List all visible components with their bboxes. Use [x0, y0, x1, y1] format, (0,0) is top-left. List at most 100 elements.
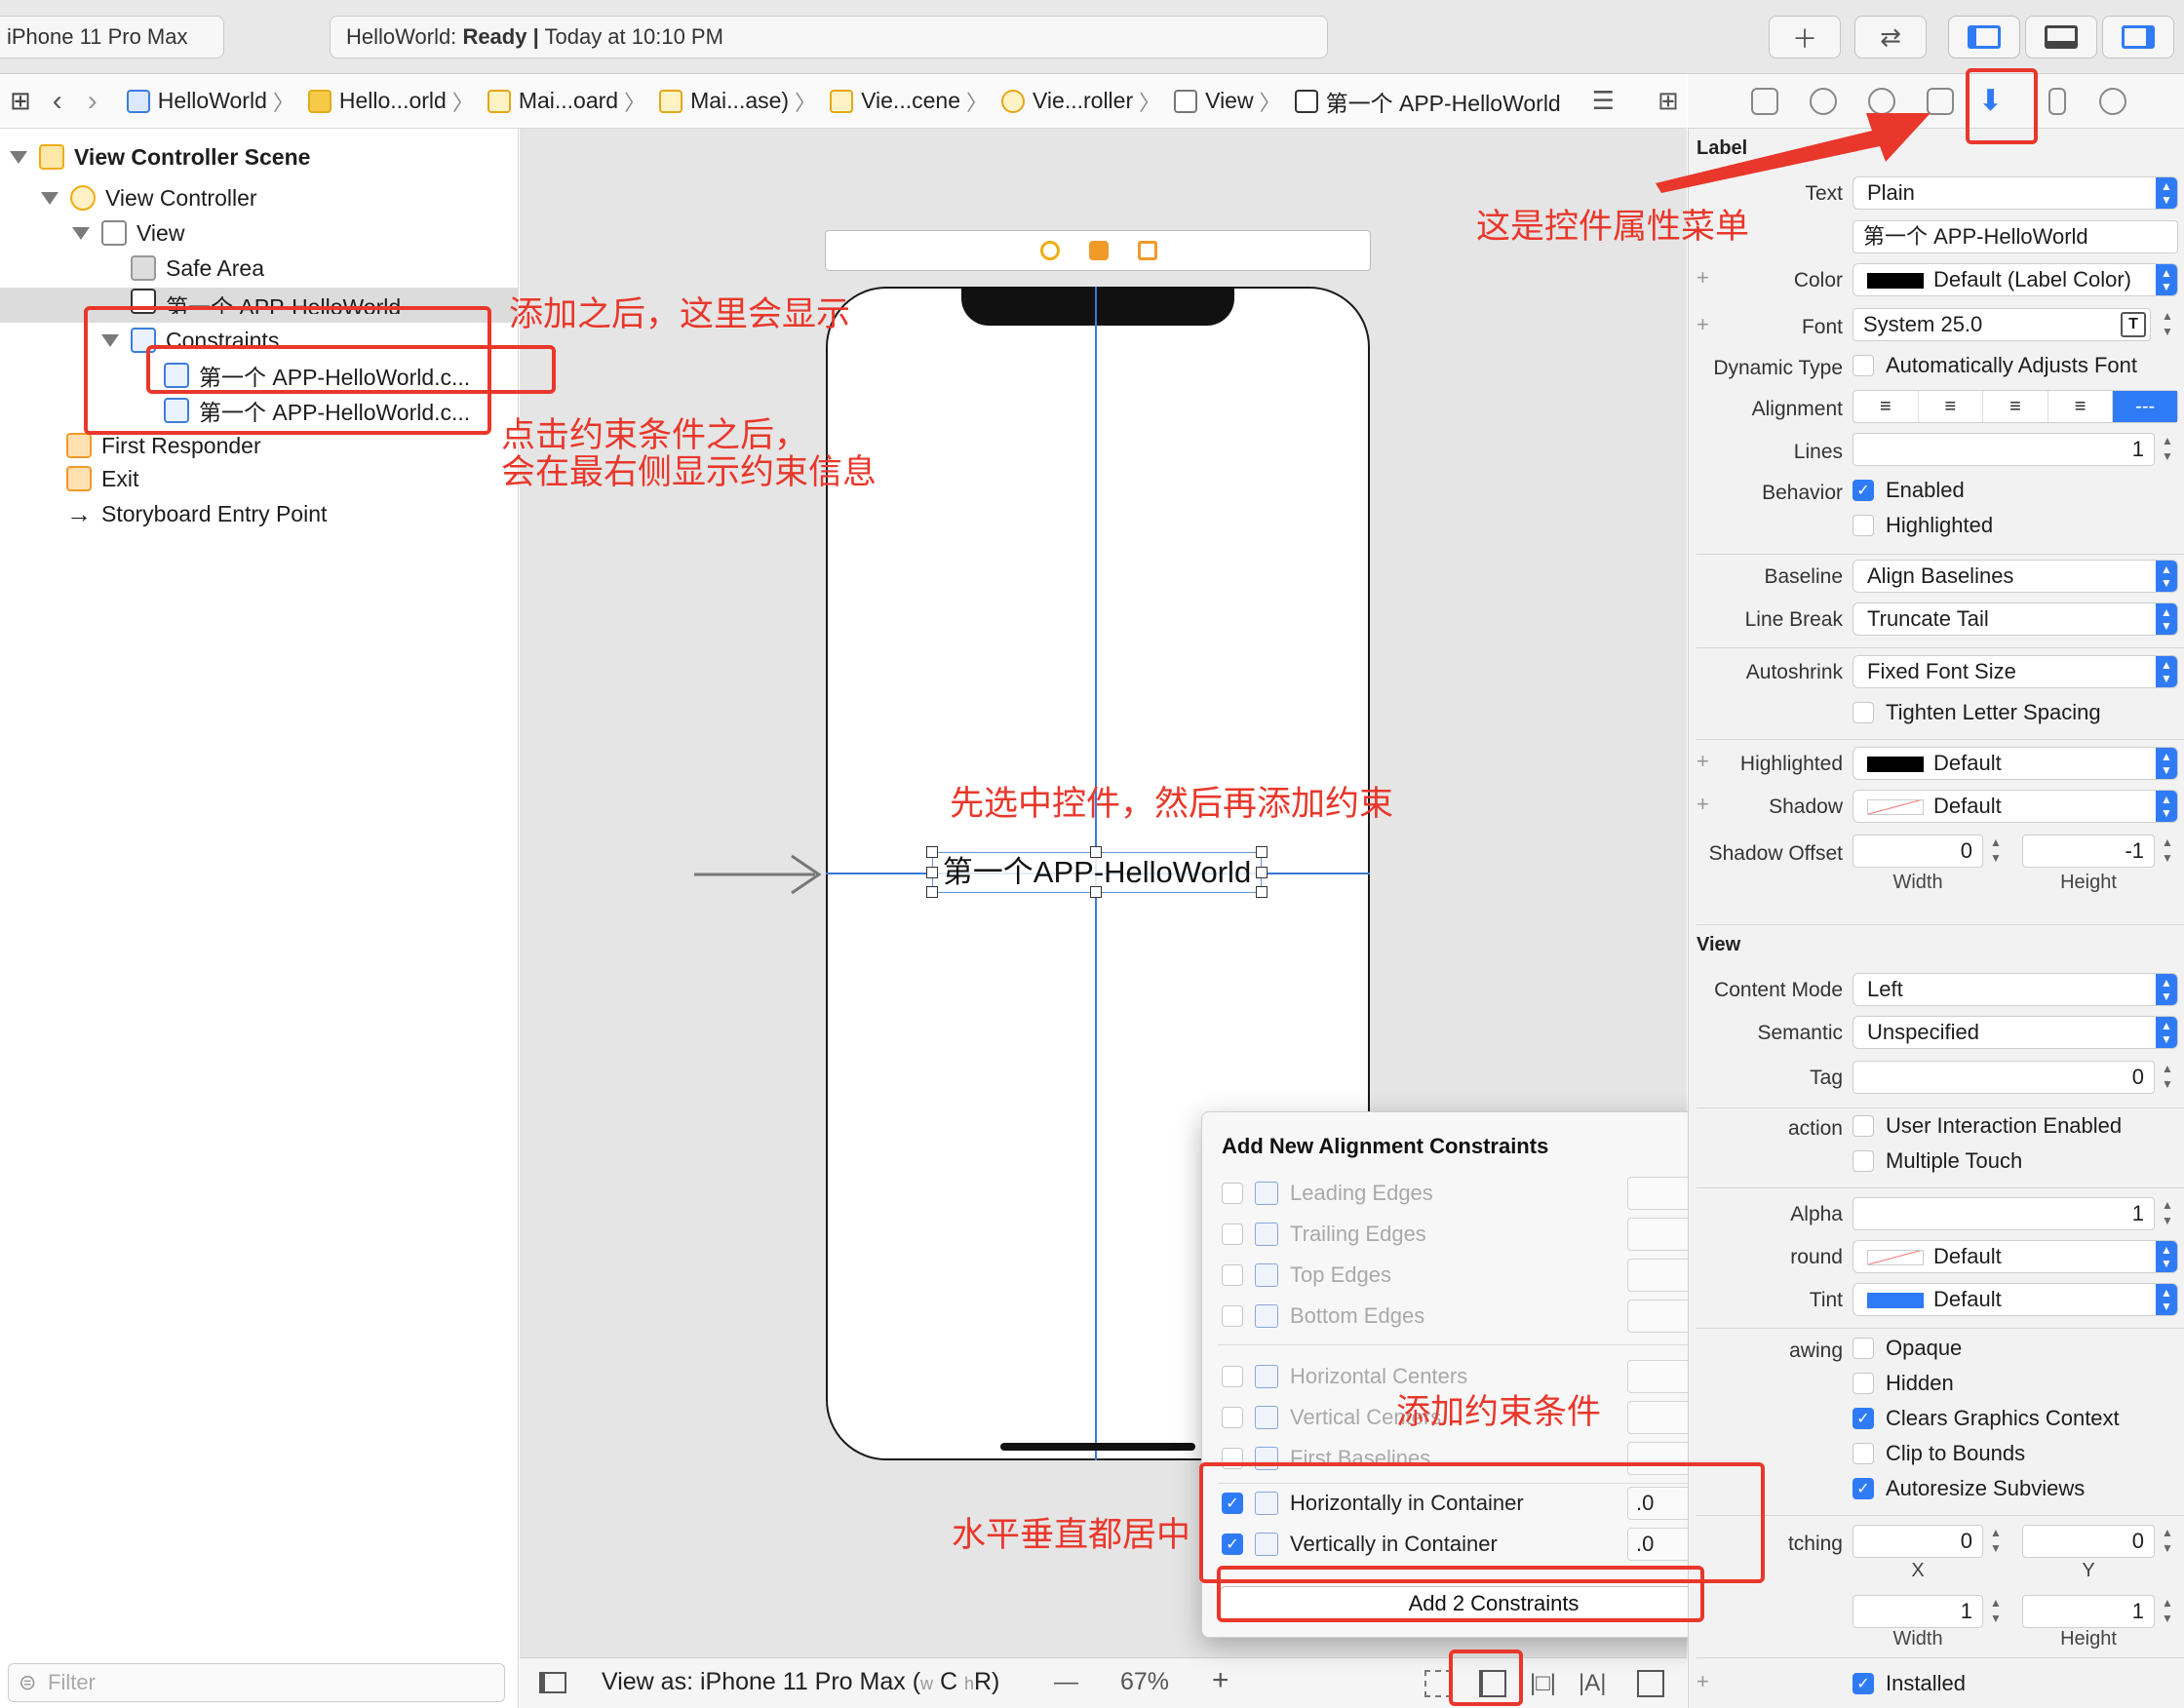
disclosure-triangle-icon[interactable] [41, 191, 58, 205]
outline-safe-area[interactable]: Safe Area [131, 252, 264, 285]
line-break-popup[interactable]: Truncate Tail ▲ ▼ [1852, 602, 2178, 636]
breadcrumb-base[interactable]: Mai...ase) 〉 [659, 86, 822, 117]
stretch-y-stepper[interactable]: ▲ ▼ [2157, 1525, 2178, 1558]
embed-in-icon[interactable] [1637, 1670, 1664, 1697]
resize-handle[interactable] [926, 867, 938, 878]
shadow-width-stepper[interactable]: ▲ ▼ [1985, 835, 2007, 868]
resize-handle[interactable] [1256, 846, 1268, 858]
tighten-spacing-checkbox[interactable] [1852, 702, 1874, 723]
autoresize-checkbox[interactable]: ✓ [1852, 1478, 1874, 1499]
breadcrumb-folder[interactable]: Hello...orld 〉 [307, 86, 480, 117]
alpha-stepper[interactable]: ▲ ▼ [2157, 1197, 2178, 1230]
add-constraints-icon[interactable]: |□| [1530, 1670, 1556, 1697]
clip-to-bounds-toggle[interactable]: Clip to Bounds [1852, 1441, 2025, 1466]
zoom-out-button[interactable]: — [1054, 1668, 1078, 1696]
size-inspector-icon[interactable] [2048, 88, 2066, 115]
back-chevron-icon[interactable]: ‹ [53, 85, 62, 118]
clears-graphics-checkbox[interactable]: ✓ [1852, 1408, 1874, 1429]
hidden-checkbox[interactable] [1852, 1373, 1874, 1394]
disclosure-triangle-icon[interactable] [72, 226, 90, 240]
shadow-height-field[interactable]: -1 [2022, 835, 2155, 868]
hidden-toggle[interactable]: Hidden [1852, 1371, 1954, 1396]
resize-handle[interactable] [1256, 886, 1268, 898]
related-items-icon[interactable]: ⊞ [10, 86, 31, 116]
outline-view[interactable]: View [72, 216, 184, 250]
enabled-checkbox[interactable]: ✓ [1852, 480, 1874, 501]
autoresize-toggle[interactable]: ✓ Autoresize Subviews [1852, 1476, 2085, 1501]
outline-view-controller[interactable]: View Controller [41, 181, 257, 214]
shadow-popup[interactable]: Default ▲ ▼ [1852, 790, 2178, 823]
tag-stepper[interactable]: ▲ ▼ [2157, 1061, 2178, 1094]
align-justify-icon[interactable]: ≡ [2048, 391, 2114, 422]
filter-input[interactable]: ⊜ Filter [8, 1663, 505, 1702]
tint-popup[interactable]: Default ▲ ▼ [1852, 1283, 2178, 1316]
color-popup[interactable]: Default (Label Color) ▲ ▼ [1852, 263, 2178, 296]
clears-graphics-toggle[interactable]: ✓ Clears Graphics Context [1852, 1406, 2120, 1431]
multiple-touch-toggle[interactable]: Multiple Touch [1852, 1148, 2022, 1174]
align-right-icon[interactable]: ≡ [1983, 391, 2048, 422]
breadcrumb-controller[interactable]: Vie...roller 〉 [1001, 86, 1166, 117]
user-interaction-toggle[interactable]: User Interaction Enabled [1852, 1113, 2122, 1139]
first-responder-icon[interactable] [1089, 241, 1109, 260]
background-popup[interactable]: Default ▲ ▼ [1852, 1240, 2178, 1273]
add-variation-icon[interactable]: + [1696, 1669, 1709, 1694]
multiple-touch-checkbox[interactable] [1852, 1150, 1874, 1172]
resize-handle[interactable] [1090, 846, 1102, 858]
installed-toggle[interactable]: ✓ Installed [1852, 1671, 1966, 1696]
forward-chevron-icon[interactable]: › [88, 85, 98, 118]
installed-checkbox[interactable]: ✓ [1852, 1673, 1874, 1694]
user-interaction-checkbox[interactable] [1852, 1115, 1874, 1137]
highlighted-color-popup[interactable]: Default ▲ ▼ [1852, 747, 2178, 780]
resize-handle[interactable] [926, 846, 938, 858]
font-picker-icon[interactable]: T [2121, 312, 2146, 337]
view-controller-icon[interactable] [1040, 241, 1060, 260]
opaque-checkbox[interactable] [1852, 1338, 1874, 1359]
bottom-edges-checkbox[interactable] [1222, 1305, 1243, 1327]
breadcrumb-project[interactable]: HelloWorld 〉 [126, 86, 300, 117]
baseline-popup[interactable]: Align Baselines ▲ ▼ [1852, 560, 2178, 593]
top-edges-checkbox[interactable] [1222, 1264, 1243, 1286]
library-button[interactable]: ＋ [1769, 16, 1841, 58]
scheme-device-selector[interactable]: iPhone 11 Pro Max [0, 16, 224, 58]
breadcrumb-storyboard[interactable]: Mai...oard 〉 [487, 86, 651, 117]
highlighted-checkbox[interactable] [1852, 515, 1874, 536]
opaque-toggle[interactable]: Opaque [1852, 1336, 1962, 1361]
stretch-height-field[interactable]: 1 [2022, 1595, 2155, 1628]
align-center-icon[interactable]: ≡ [1919, 391, 1984, 422]
enabled-toggle[interactable]: ✓ Enabled [1852, 478, 1965, 503]
zoom-in-button[interactable]: + [1212, 1664, 1229, 1697]
stretch-width-field[interactable]: 1 [1852, 1595, 1983, 1628]
stretch-x-stepper[interactable]: ▲ ▼ [1985, 1525, 2007, 1558]
stretch-height-stepper[interactable]: ▲ ▼ [2157, 1595, 2178, 1628]
align-natural-icon[interactable]: --- [2113, 391, 2177, 422]
code-review-button[interactable]: ⇄ [1854, 16, 1927, 58]
stretch-x-field[interactable]: 0 [1852, 1525, 1983, 1558]
tag-field[interactable]: 0 [1852, 1061, 2155, 1094]
resize-handle[interactable] [1090, 886, 1102, 898]
lines-stepper[interactable]: ▲ ▼ [2157, 433, 2178, 466]
breadcrumb-scene[interactable]: Vie...cene 〉 [830, 86, 994, 117]
autoshrink-popup[interactable]: Fixed Font Size ▲ ▼ [1852, 655, 2178, 688]
outline-exit[interactable]: Exit [66, 462, 138, 495]
leading-edges-checkbox[interactable] [1222, 1183, 1243, 1204]
resolve-issues-icon[interactable]: |A| [1579, 1670, 1606, 1697]
scene-dock[interactable] [825, 230, 1371, 271]
shadow-width-field[interactable]: 0 [1852, 835, 1983, 868]
document-outline-icon[interactable]: ☰ [1592, 86, 1615, 116]
align-left-icon[interactable]: ≡ [1853, 391, 1919, 422]
exit-icon[interactable] [1138, 241, 1157, 260]
stretch-y-field[interactable]: 0 [2022, 1525, 2155, 1558]
toggle-inspector-button[interactable] [2102, 16, 2174, 58]
resize-handle[interactable] [1256, 867, 1268, 878]
trailing-edges-checkbox[interactable] [1222, 1223, 1243, 1245]
view-as-button[interactable]: View as: iPhone 11 Pro Max (w C hR) [602, 1668, 999, 1696]
horizontal-centers-checkbox[interactable] [1222, 1366, 1243, 1387]
toggle-outline-icon[interactable] [539, 1672, 566, 1693]
toggle-navigator-button[interactable] [1948, 16, 2020, 58]
toggle-debug-area-button[interactable] [2025, 16, 2097, 58]
text-value-field[interactable]: 第一个 APP-HelloWorld [1852, 220, 2178, 253]
font-field[interactable]: System 25.0 T [1852, 308, 2151, 341]
resize-handle[interactable] [926, 886, 938, 898]
tighten-spacing-toggle[interactable]: Tighten Letter Spacing [1852, 700, 2101, 725]
dynamic-type-toggle[interactable]: Automatically Adjusts Font [1852, 353, 2137, 378]
